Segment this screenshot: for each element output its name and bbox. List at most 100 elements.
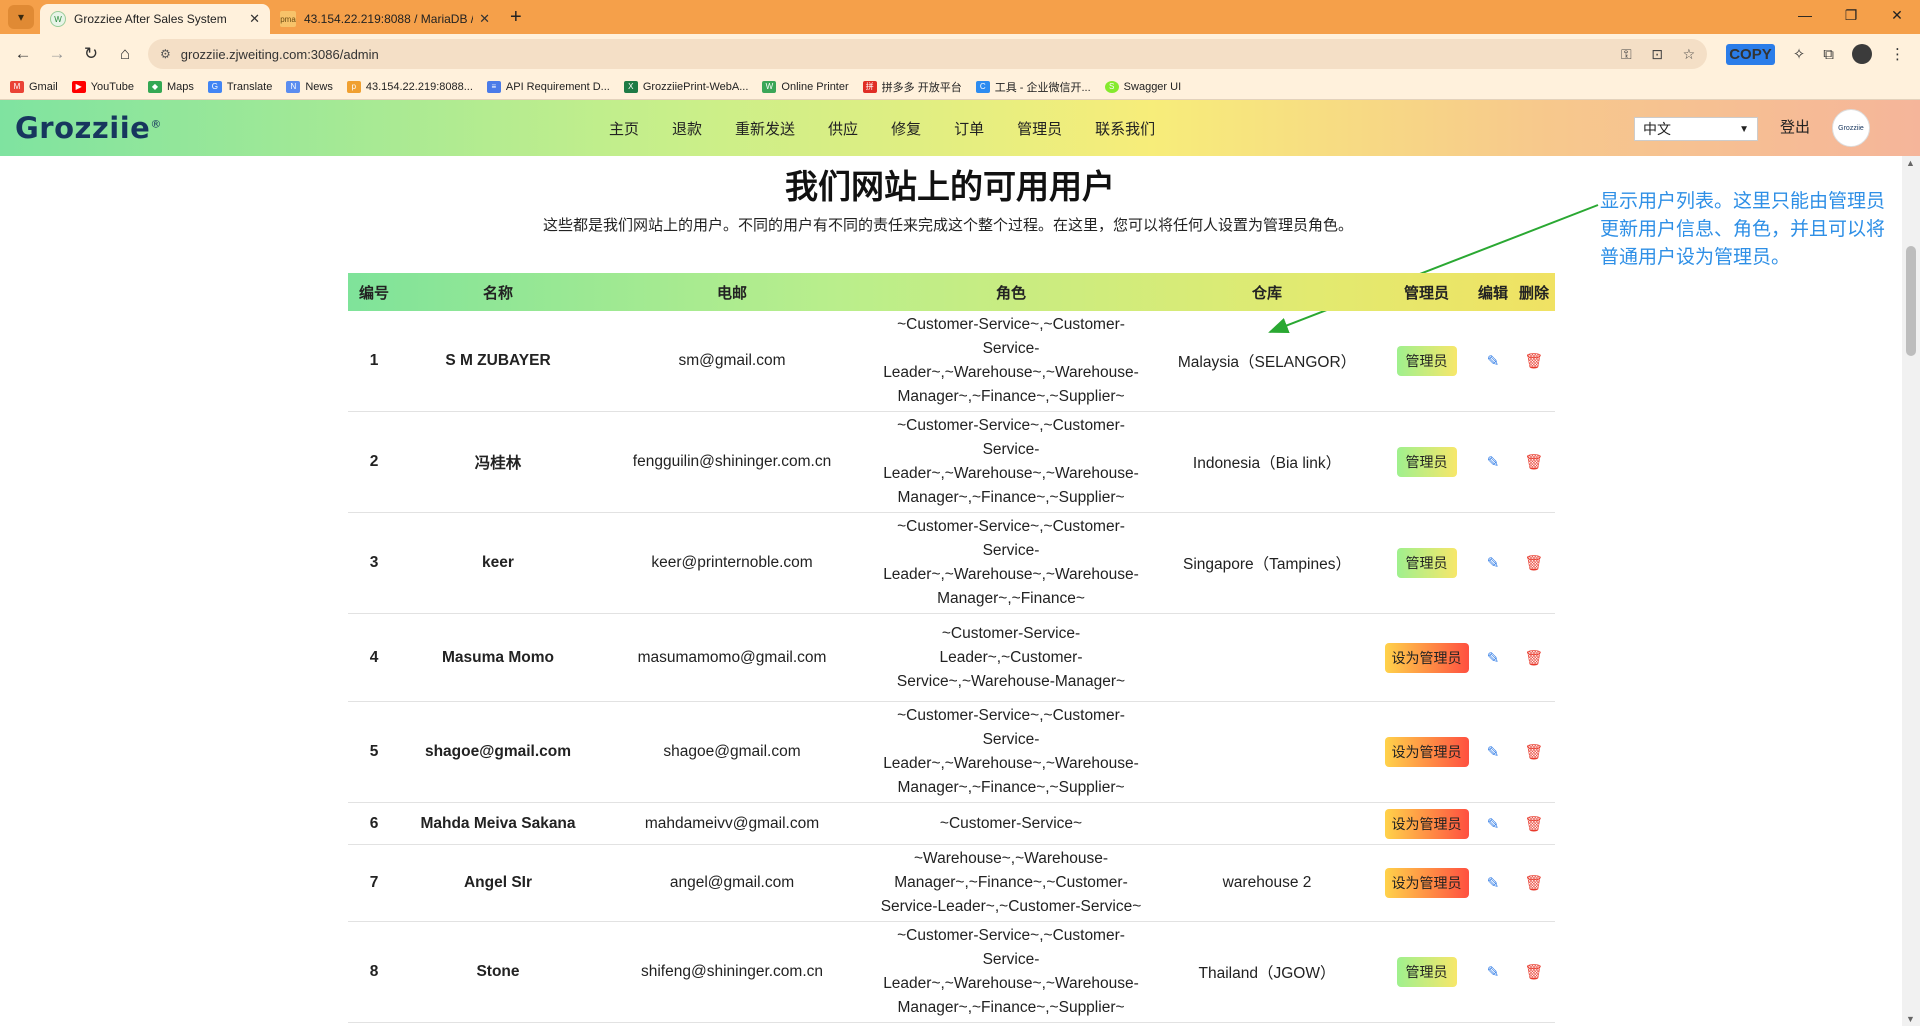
site-logo[interactable]: Grozziie® (15, 111, 162, 145)
tab-search-button[interactable]: ▾ (8, 5, 34, 29)
edit-user-icon[interactable]: ✎ (1487, 875, 1500, 892)
role-text-line: Manager~,~Finance~ (937, 590, 1085, 607)
new-tab-icon[interactable]: + (510, 6, 522, 29)
delete-user-icon[interactable]: 🗑︎ (1524, 875, 1543, 892)
bookmark-maps[interactable]: ◆ Maps (147, 80, 194, 93)
browser-toolbar: ← → ↻ ⌂ ⚙ grozziie.zjweiting.com:3086/ad… (0, 34, 1920, 74)
make-admin-button[interactable]: 设为管理员 (1384, 808, 1469, 839)
bookmark-translate[interactable]: G Translate (207, 80, 272, 93)
user-email-cell: sm@gmail.com (596, 311, 868, 412)
close-tab-icon[interactable]: ✕ (479, 11, 490, 27)
extensions-puzzle-icon[interactable]: ⧉ (1823, 46, 1834, 63)
delete-cell: 🗑︎ (1513, 311, 1555, 412)
bookmark-phpmyadmin[interactable]: p 43.154.22.219:8088... (346, 80, 473, 93)
restore-icon[interactable]: ❐ (1828, 0, 1874, 30)
browser-tab-active[interactable]: W Grozziee After Sales System ✕ (40, 4, 270, 34)
edit-user-icon[interactable]: ✎ (1487, 555, 1500, 572)
edit-user-icon[interactable]: ✎ (1487, 964, 1500, 981)
bookmark-grozziieprint[interactable]: X GrozziiePrint-WebA... (623, 80, 748, 93)
make-admin-button[interactable]: 设为管理员 (1384, 868, 1469, 898)
delete-user-icon[interactable]: 🗑︎ (1524, 555, 1543, 572)
tab-title: 43.154.22.219:8088 / MariaDB / (304, 12, 474, 26)
home-icon[interactable]: ⌂ (108, 44, 142, 64)
bookmark-news[interactable]: N News (286, 80, 333, 93)
edit-cell: ✎ (1473, 311, 1513, 412)
install-app-icon[interactable]: ⊡ (1651, 46, 1663, 62)
user-email-cell: fengguilin@shininger.com.cn (596, 411, 868, 513)
language-select[interactable]: 中文 ▼ (1634, 117, 1758, 141)
admin-cell (1380, 1022, 1473, 1026)
bookmark-swagger[interactable]: S Swagger UI (1104, 80, 1181, 93)
copy-extension-icon[interactable]: COPY (1726, 43, 1775, 65)
bookmark-youtube[interactable]: ▶ YouTube (71, 80, 134, 93)
user-avatar[interactable]: Grozziie (1832, 109, 1870, 147)
scroll-down-icon[interactable]: ▼ (1906, 1014, 1915, 1024)
user-name-cell: S M ZUBAYER (400, 311, 596, 412)
delete-user-icon[interactable]: 🗑︎ (1524, 744, 1543, 761)
user-name-cell: Angel SIr (400, 844, 596, 922)
delete-user-icon[interactable]: 🗑︎ (1524, 964, 1543, 981)
minimize-icon[interactable]: — (1782, 0, 1828, 30)
edit-user-icon[interactable]: ✎ (1487, 353, 1500, 370)
forward-arrow-icon[interactable]: → (40, 44, 74, 64)
edit-user-icon[interactable]: ✎ (1487, 650, 1500, 667)
admin-cell: 管理员 (1380, 311, 1473, 412)
edit-cell: ✎ (1473, 701, 1513, 803)
user-roles-cell: ~Customer-Service~,~Customer- (868, 1022, 1154, 1026)
bookmark-wecom-tools[interactable]: C 工具 - 企业微信开... (975, 79, 1091, 95)
bookmark-pinduoduo[interactable]: 拼拼多多 开放平台 (862, 79, 962, 95)
url-text[interactable]: grozziie.zjweiting.com:3086/admin (181, 47, 1605, 62)
role-text-line: Service~,~Warehouse-Manager~ (896, 672, 1126, 690)
nav-refund[interactable]: 退款 (672, 118, 702, 139)
profile-avatar[interactable] (1852, 44, 1872, 64)
extension-sparkle-icon[interactable]: ✧ (1793, 45, 1806, 63)
role-text-line: Leader~,~Warehouse~,~Warehouse- (883, 465, 1139, 482)
nav-admin[interactable]: 管理员 (1017, 118, 1062, 139)
address-bar[interactable]: ⚙ grozziie.zjweiting.com:3086/admin ⚿ ⊡ … (148, 39, 1708, 69)
bookmark-api-requirement[interactable]: ≡ API Requirement D... (486, 80, 610, 93)
bookmark-gmail[interactable]: M Gmail (10, 80, 58, 93)
delete-user-icon[interactable]: 🗑︎ (1524, 816, 1543, 833)
logout-link[interactable]: 登出 (1780, 100, 1810, 156)
user-id-cell: 5 (348, 701, 400, 803)
close-window-icon[interactable]: ✕ (1874, 0, 1920, 30)
make-admin-button[interactable]: 设为管理员 (1384, 642, 1469, 673)
edit-user-icon[interactable]: ✎ (1487, 816, 1500, 833)
scroll-up-icon[interactable]: ▲ (1906, 158, 1915, 168)
edit-user-icon[interactable]: ✎ (1487, 744, 1500, 761)
delete-cell (1513, 1022, 1555, 1026)
nav-supply[interactable]: 供应 (828, 118, 858, 139)
role-text-line: Manager~,~Finance~,~Supplier~ (897, 999, 1125, 1016)
user-email-cell: mahdameivv@gmail.com (596, 802, 868, 845)
delete-user-icon[interactable]: 🗑︎ (1524, 353, 1543, 370)
page-scrollbar[interactable]: ▲ ▼ (1902, 156, 1920, 1026)
reload-icon[interactable]: ↻ (74, 44, 108, 64)
role-text-line: ~Warehouse~,~Warehouse- (914, 850, 1108, 867)
browser-menu-icon[interactable]: ⋮ (1890, 45, 1905, 63)
password-key-icon[interactable]: ⚿ (1621, 46, 1632, 62)
admin-cell: 管理员 (1380, 512, 1473, 614)
back-arrow-icon[interactable]: ← (6, 44, 40, 64)
user-roles-cell: ~Customer-Service~,~Customer- Service- Lea… (868, 921, 1154, 1023)
user-roles-cell: ~Customer-Service- Leader~,~Customer- Serv… (868, 613, 1154, 702)
edit-user-icon[interactable]: ✎ (1487, 454, 1500, 471)
close-tab-icon[interactable]: ✕ (249, 11, 260, 27)
site-info-icon[interactable]: ⚙ (160, 47, 171, 61)
nav-resend[interactable]: 重新发送 (735, 118, 795, 139)
bookmark-online-printer[interactable]: W Online Printer (762, 80, 849, 93)
browser-tab[interactable]: pma 43.154.22.219:8088 / MariaDB / ✕ (270, 4, 500, 34)
nav-orders[interactable]: 订单 (954, 118, 984, 139)
table-row: 6 Mahda Meiva Sakana mahdameivv@gmail.com ~… (348, 802, 1555, 845)
scrollbar-thumb[interactable] (1906, 246, 1916, 356)
delete-user-icon[interactable]: 🗑︎ (1524, 454, 1543, 471)
user-warehouse-cell (1154, 613, 1380, 702)
nav-home[interactable]: 主页 (609, 118, 639, 139)
user-roles-cell: ~Customer-Service~ (868, 802, 1154, 845)
admin-cell: 设为管理员 (1380, 844, 1473, 922)
column-header-delete: 删除 (1518, 284, 1549, 302)
nav-repair[interactable]: 修复 (891, 118, 921, 139)
nav-contact[interactable]: 联系我们 (1095, 118, 1155, 139)
bookmark-star-icon[interactable]: ☆ (1683, 46, 1696, 62)
make-admin-button[interactable]: 设为管理员 (1384, 737, 1469, 767)
delete-user-icon[interactable]: 🗑︎ (1524, 650, 1543, 667)
